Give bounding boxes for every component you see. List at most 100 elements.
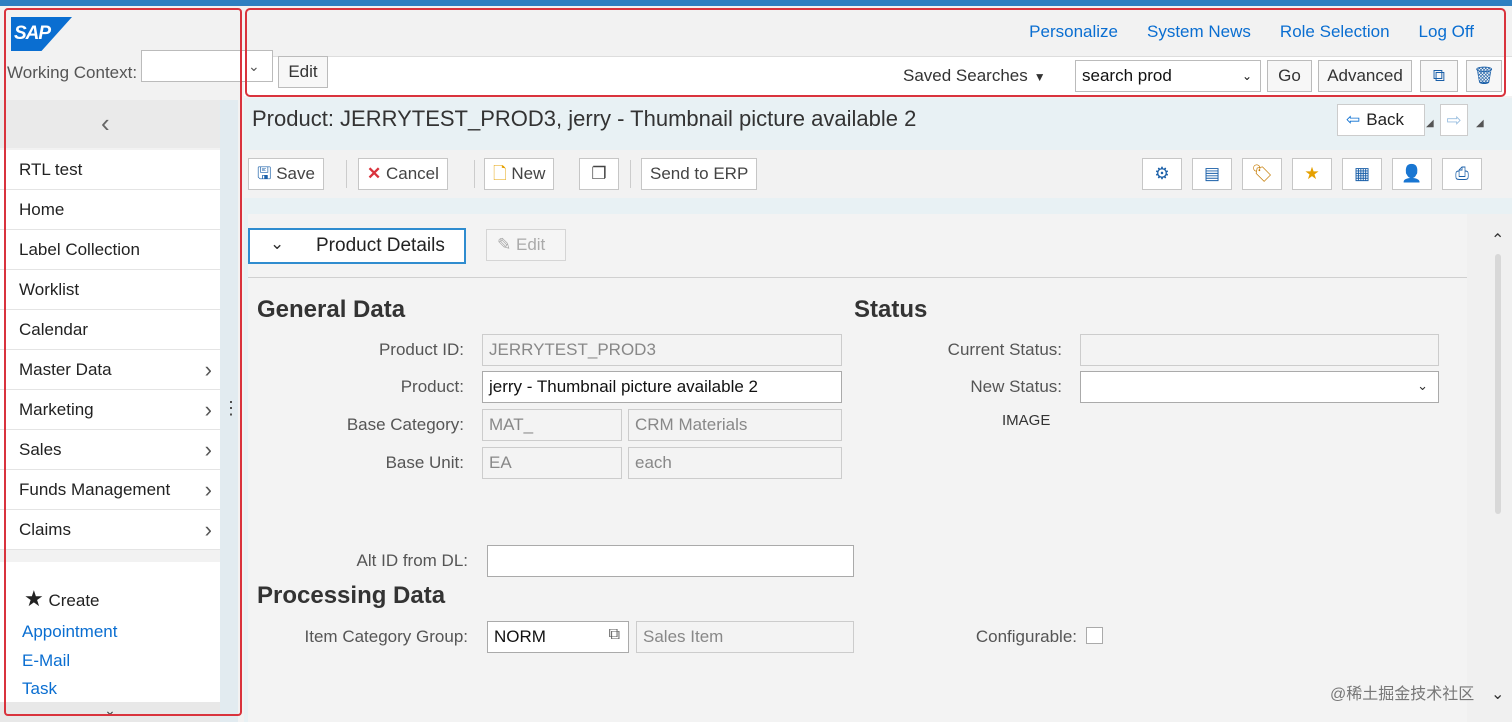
trash-icon: 🗑 (1473, 66, 1495, 85)
new-document-icon: 🗋 (493, 164, 507, 183)
new-status-select[interactable]: ⌄ (1080, 371, 1439, 403)
saved-searches-dropdown[interactable]: Saved Searches ▼ (903, 66, 1046, 86)
tag-button[interactable]: 🏷 (1242, 158, 1282, 190)
new-button[interactable]: 🗋 New (484, 158, 555, 190)
delete-button[interactable]: 🗑 (1466, 60, 1502, 92)
user-edit-icon: 👤 (1401, 164, 1423, 183)
new-label: New (511, 164, 546, 183)
cancel-button[interactable]: ✕ Cancel (358, 158, 448, 190)
panel-splitter[interactable]: ⋮ (220, 100, 240, 722)
configurable-checkbox[interactable] (1086, 627, 1103, 644)
vertical-scrollbar[interactable]: ⌃ ⌄ (1467, 214, 1512, 722)
nav-item-label-collection[interactable]: Label Collection (0, 230, 220, 270)
settings-button[interactable]: ⚙ (1142, 158, 1182, 190)
configurable-label: Configurable: (975, 627, 1077, 646)
current-status-field (1080, 334, 1439, 366)
product-description-input[interactable]: jerry - Thumbnail picture available 2 (482, 371, 842, 403)
header-links: Personalize System News Role Selection L… (1029, 22, 1474, 42)
new-window-icon: ⧉ (1432, 66, 1446, 85)
advanced-search-button[interactable]: Advanced (1318, 60, 1412, 92)
nav-item-funds-management[interactable]: Funds Management › (0, 470, 220, 510)
product-id-field: JERRYTEST_PROD3 (482, 334, 842, 366)
working-context-label: Working Context: (7, 63, 138, 82)
document-settings-button[interactable]: ▤ (1192, 158, 1232, 190)
forward-button[interactable]: ⇨ (1440, 104, 1468, 136)
base-unit-text-field: each (628, 447, 842, 479)
back-history-caret-icon[interactable]: ◢ (1426, 118, 1434, 129)
chevron-down-icon: ⌄ (1241, 69, 1252, 83)
form-body: General Data Product ID: JERRYTEST_PROD3… (248, 278, 1467, 722)
saved-search-select[interactable]: search prod ⌄ (1075, 60, 1261, 92)
nav-item-calendar[interactable]: Calendar (0, 310, 220, 350)
create-title: Create (48, 591, 100, 610)
base-category-text-field: CRM Materials (628, 409, 842, 441)
page-title: Product: JERRYTEST_PROD3, jerry - Thumbn… (252, 106, 917, 131)
nav-item-label: Label Collection (19, 239, 140, 259)
star-add-icon: ★ (1304, 164, 1320, 183)
notes-button[interactable]: ▦ (1342, 158, 1382, 190)
chevron-down-icon: ⌄ (270, 234, 285, 253)
forward-history-caret-icon[interactable]: ◢ (1476, 118, 1484, 129)
nav-item-label: Master Data (19, 359, 112, 379)
base-unit-label: Base Unit: (385, 453, 464, 472)
chevron-down-icon[interactable]: ⌄ (1491, 684, 1504, 704)
chevron-right-icon: › (204, 436, 212, 462)
image-label: IMAGE (1002, 412, 1051, 429)
product-details-toggle[interactable]: ⌄ Product Details (248, 228, 466, 264)
system-news-link[interactable]: System News (1147, 22, 1251, 42)
tag-icon: 🏷 (1251, 164, 1273, 183)
create-appointment-link[interactable]: Appointment (22, 622, 117, 642)
send-to-erp-button[interactable]: Send to ERP (641, 158, 758, 190)
close-icon: ✕ (367, 164, 382, 183)
alt-id-label: Alt ID from DL: (356, 551, 468, 570)
user-edit-button[interactable]: 👤 (1392, 158, 1432, 190)
nav-scroll-down-button[interactable]: ⌄ (0, 702, 220, 722)
new-window-button[interactable]: ⧉ (1420, 60, 1458, 92)
nav-item-home[interactable]: Home (0, 190, 220, 230)
nav-item-sales[interactable]: Sales › (0, 430, 220, 470)
create-email-link[interactable]: E-Mail (22, 651, 70, 671)
copy-icon: ❐ (591, 164, 607, 183)
nav-collapse-button[interactable]: ‹ (0, 100, 220, 148)
base-unit-code-field: EA (482, 447, 622, 479)
scrollbar-thumb[interactable] (1495, 254, 1501, 514)
nav-item-claims[interactable]: Claims › (0, 510, 220, 550)
nav-item-rtl-test[interactable]: RTL test (0, 150, 220, 190)
add-favorite-button[interactable]: ★ (1292, 158, 1332, 190)
create-task-link[interactable]: Task (22, 679, 57, 699)
print-button[interactable]: ⎙ (1442, 158, 1482, 190)
alt-id-input[interactable] (487, 545, 854, 577)
back-button[interactable]: ⇦ Back (1337, 104, 1425, 136)
copy-button[interactable]: ❐ (579, 158, 619, 190)
base-category-code-field: MAT_ (482, 409, 622, 441)
section-edit-button[interactable]: ✎ Edit (486, 229, 566, 261)
role-selection-link[interactable]: Role Selection (1280, 22, 1390, 42)
log-off-link[interactable]: Log Off (1419, 22, 1474, 42)
nav-item-marketing[interactable]: Marketing › (0, 390, 220, 430)
product-id-label: Product ID: (378, 340, 464, 359)
save-button[interactable]: 🖫 Save (248, 158, 324, 190)
back-label: Back (1366, 110, 1405, 129)
nav-item-label: Calendar (19, 319, 88, 339)
nav-item-label: Funds Management (19, 479, 171, 499)
caret-down-icon: ▼ (1033, 70, 1046, 84)
toolbar-divider (474, 160, 475, 188)
nav-item-worklist[interactable]: Worklist (0, 270, 220, 310)
value-help-icon[interactable]: ⧉ (609, 626, 620, 644)
item-category-group-input[interactable]: NORM ⧉ (487, 621, 629, 653)
chevron-down-icon[interactable]: ⌄ (248, 58, 260, 75)
working-context-edit-button[interactable]: Edit (278, 56, 328, 88)
nav-item-master-data[interactable]: Master Data › (0, 350, 220, 390)
chevron-up-icon[interactable]: ⌃ (1491, 230, 1504, 250)
base-category-label: Base Category: (346, 415, 464, 434)
chevron-left-icon: ‹ (101, 108, 110, 138)
create-heading: ★ Create (24, 586, 100, 612)
go-button[interactable]: Go (1267, 60, 1312, 92)
section-edit-label: Edit (515, 235, 546, 254)
general-data-title: General Data (257, 296, 406, 323)
personalize-link[interactable]: Personalize (1029, 22, 1118, 42)
edit-icon: ✎ (497, 235, 512, 254)
chevron-right-icon: › (204, 476, 212, 502)
product-details-panel: ⌄ Product Details ✎ Edit General Data Pro… (248, 214, 1467, 722)
section-header: ⌄ Product Details ✎ Edit (248, 214, 1467, 278)
